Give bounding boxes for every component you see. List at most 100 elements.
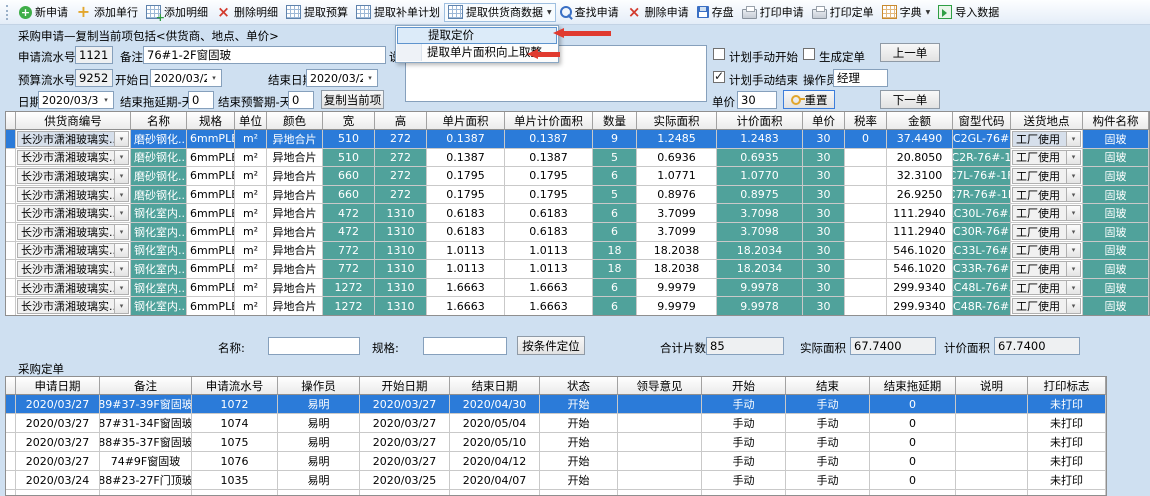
column-header-start[interactable]: 开始	[702, 377, 786, 395]
end-date-select[interactable]: 2020/03/28 ▾	[306, 69, 378, 87]
column-header-actual-area[interactable]: 实际面积	[637, 112, 717, 130]
row-selector[interactable]	[6, 167, 16, 186]
toolbar-button-extract-supplier-data[interactable]: 提取供货商数据▼	[444, 3, 556, 22]
row-selector[interactable]	[6, 471, 16, 490]
column-header-supplier[interactable]: 供货商编号	[16, 112, 131, 130]
supplier-combo-cell[interactable]: 长沙市潇湘玻璃实..▾	[16, 167, 131, 186]
supplier-combo-cell[interactable]: 长沙市潇湘玻璃实..▾	[16, 297, 131, 316]
table-row[interactable]: 2020/03/2788#35-37F窗固玻1075易明2020/03/2720…	[6, 433, 1106, 452]
row-selector[interactable]	[6, 279, 16, 298]
remark-field[interactable]: 76#1-2F窗固玻	[143, 46, 386, 64]
toolbar-button-dictionary[interactable]: 字典▼	[878, 3, 935, 22]
row-selector[interactable]	[6, 186, 16, 205]
toolbar-button-add-row[interactable]: +添加单行	[72, 3, 142, 22]
column-header-width[interactable]: 宽	[323, 112, 375, 130]
column-header-serial[interactable]: 申请流水号	[192, 377, 278, 395]
generate-order-checkbox[interactable]	[803, 48, 815, 60]
toolbar-button-import-data[interactable]: 导入数据	[934, 3, 1003, 22]
row-selector[interactable]	[6, 149, 16, 168]
delivery-combo-cell[interactable]: 工厂使用▾	[1011, 223, 1083, 242]
warn-field[interactable]: 0	[288, 91, 314, 109]
column-header-priced-area[interactable]: 计价面积	[717, 112, 803, 130]
budget-field[interactable]: 9252	[75, 69, 113, 87]
column-header-qty[interactable]: 数量	[593, 112, 637, 130]
row-selector[interactable]	[6, 395, 16, 414]
column-header-unit[interactable]: 单位	[235, 112, 267, 130]
column-header-tax-rate[interactable]: 税率	[845, 112, 887, 130]
delay-field[interactable]: 0	[188, 91, 214, 109]
delivery-combo-cell[interactable]: 工厂使用▾	[1011, 130, 1083, 149]
column-header-piece-area[interactable]: 单片面积	[427, 112, 505, 130]
locate-by-condition-button[interactable]: 按条件定位	[517, 336, 585, 355]
column-header-name[interactable]: 名称	[131, 112, 187, 130]
column-header-color[interactable]: 颜色	[267, 112, 323, 130]
toolbar-button-find-request[interactable]: 查找申请	[556, 3, 623, 22]
table-row-empty[interactable]	[6, 490, 1106, 496]
row-selector[interactable]	[6, 414, 16, 433]
next-order-button[interactable]: 下一单	[880, 90, 940, 109]
unit-price-field[interactable]: 30	[737, 91, 777, 109]
column-header-status[interactable]: 状态	[540, 377, 618, 395]
column-header-amount[interactable]: 金额	[887, 112, 953, 130]
filter-name-input[interactable]	[268, 337, 360, 355]
table-row[interactable]: 长沙市潇湘玻璃实..▾磨砂钢化..6mmPLE..m²异地合片5102720.1…	[6, 130, 1149, 149]
table-row[interactable]: 2020/03/2774#9F窗固玻1076易明2020/03/272020/0…	[6, 452, 1106, 471]
toolbar-button-add-detail[interactable]: +添加明细	[142, 3, 212, 22]
delivery-combo-cell[interactable]: 工厂使用▾	[1011, 279, 1083, 298]
table-row[interactable]: 长沙市潇湘玻璃实..▾钢化室内..6mmPLE..m²异地合片47213100.…	[6, 204, 1149, 223]
table-row[interactable]: 长沙市潇湘玻璃实..▾钢化室内..6mmPLE..m²异地合片127213101…	[6, 297, 1149, 316]
toolbar-button-delete-request[interactable]: ×删除申请	[623, 3, 693, 22]
row-selector[interactable]	[6, 242, 16, 261]
supplier-combo-cell[interactable]: 长沙市潇湘玻璃实..▾	[16, 242, 131, 261]
toolbar-button-save[interactable]: 存盘	[693, 3, 738, 22]
column-header-end-delay[interactable]: 结束拖延期	[870, 377, 956, 395]
menu-item-extract-pricing[interactable]: 提取定价	[397, 27, 557, 44]
delivery-combo-cell[interactable]: 工厂使用▾	[1011, 186, 1083, 205]
column-header-end[interactable]: 结束	[786, 377, 870, 395]
column-header-print-flag[interactable]: 打印标志	[1028, 377, 1106, 395]
supplier-combo-cell[interactable]: 长沙市潇湘玻璃实..▾	[16, 279, 131, 298]
copy-current-button[interactable]: 复制当前项	[321, 90, 384, 109]
column-header-operator[interactable]: 操作员	[278, 377, 360, 395]
filter-spec-input[interactable]	[423, 337, 507, 355]
column-header-height[interactable]: 高	[375, 112, 427, 130]
operator-field[interactable]: 经理	[833, 69, 888, 87]
delivery-combo-cell[interactable]: 工厂使用▾	[1011, 297, 1083, 316]
row-selector[interactable]	[6, 260, 16, 279]
column-header-piece-priced-area[interactable]: 单片计价面积	[505, 112, 593, 130]
column-header-remark[interactable]: 备注	[100, 377, 192, 395]
supplier-combo-cell[interactable]: 长沙市潇湘玻璃实..▾	[16, 149, 131, 168]
column-header-unit-price[interactable]: 单价	[803, 112, 845, 130]
delivery-combo-cell[interactable]: 工厂使用▾	[1011, 242, 1083, 261]
reset-button[interactable]: 重置	[783, 90, 835, 109]
column-header-component[interactable]: 构件名称	[1083, 112, 1149, 130]
toolbar-button-delete-detail[interactable]: ×删除明细	[212, 3, 282, 22]
table-row[interactable]: 2020/03/2787#31-34F窗固玻1074易明2020/03/2720…	[6, 414, 1106, 433]
column-header-note[interactable]: 说明	[956, 377, 1028, 395]
delivery-combo-cell[interactable]: 工厂使用▾	[1011, 149, 1083, 168]
delivery-combo-cell[interactable]: 工厂使用▾	[1011, 260, 1083, 279]
row-selector[interactable]	[6, 433, 16, 452]
column-header-delivery[interactable]: 送货地点	[1011, 112, 1083, 130]
supplier-combo-cell[interactable]: 长沙市潇湘玻璃实..▾	[16, 186, 131, 205]
date-select[interactable]: 2020/03/31 ▾	[38, 91, 114, 109]
table-row[interactable]: 2020/03/2488#23-27F门顶玻1035易明2020/03/2520…	[6, 471, 1106, 490]
table-row[interactable]: 长沙市潇湘玻璃实..▾磨砂钢化..6mmPLE..m²异地合片6602720.1…	[6, 186, 1149, 205]
row-selector[interactable]	[6, 452, 16, 471]
toolbar-button-print-request[interactable]: 打印申请	[738, 3, 808, 22]
column-header-spec[interactable]: 规格	[187, 112, 235, 130]
table-row[interactable]: 2020/03/2789#37-39F窗固玻1072易明2020/03/2720…	[6, 395, 1106, 414]
column-header-end-date[interactable]: 结束日期	[450, 377, 540, 395]
column-header-start-date[interactable]: 开始日期	[360, 377, 450, 395]
table-row[interactable]: 长沙市潇湘玻璃实..▾钢化室内..6mmPLE..m²异地合片77213101.…	[6, 260, 1149, 279]
row-selector[interactable]	[6, 490, 16, 496]
supplier-combo-cell[interactable]: 长沙市潇湘玻璃实..▾	[16, 223, 131, 242]
table-row[interactable]: 长沙市潇湘玻璃实..▾钢化室内..6mmPLE..m²异地合片77213101.…	[6, 242, 1149, 261]
supplier-combo-cell[interactable]: 长沙市潇湘玻璃实..▾	[16, 130, 131, 149]
toolbar-button-extract-budget[interactable]: 提取预算	[282, 3, 352, 22]
delivery-combo-cell[interactable]: 工厂使用▾	[1011, 204, 1083, 223]
toolbar-button-print-order[interactable]: 打印定单	[808, 3, 878, 22]
supplier-combo-cell[interactable]: 长沙市潇湘玻璃实..▾	[16, 204, 131, 223]
column-header-leader-opinion[interactable]: 领导意见	[618, 377, 702, 395]
column-header-request-date[interactable]: 申请日期	[16, 377, 100, 395]
